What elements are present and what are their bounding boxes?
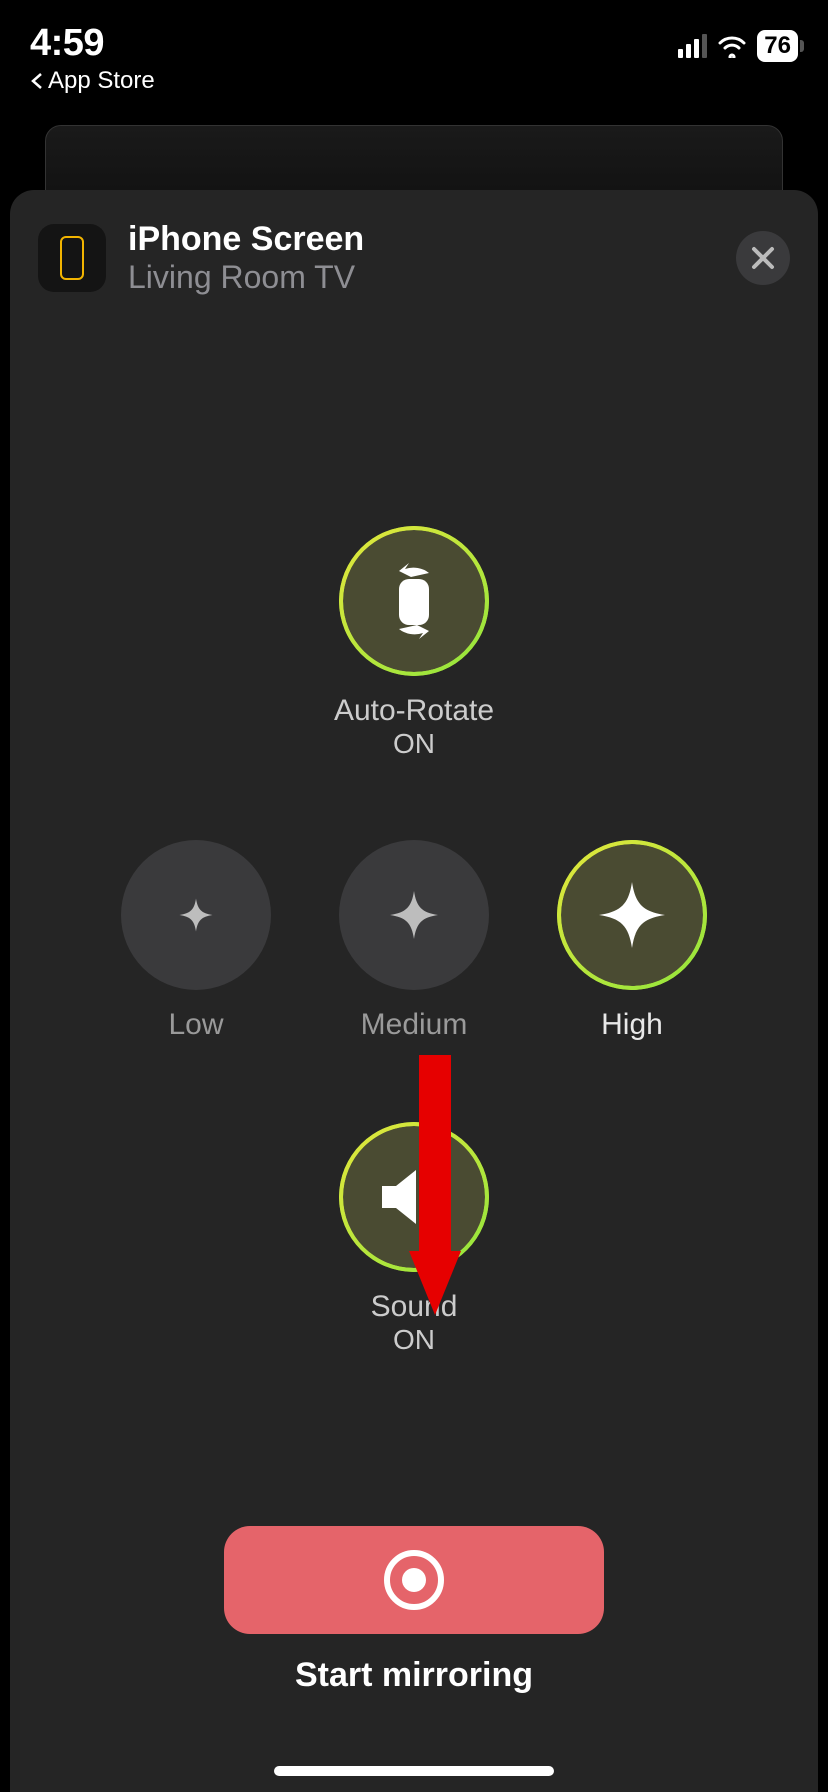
sparkle-icon xyxy=(386,887,442,943)
auto-rotate-label: Auto-Rotate xyxy=(334,694,494,728)
close-icon xyxy=(750,245,776,271)
status-bar: 4:59 App Store 76 xyxy=(0,0,828,108)
status-time: 4:59 xyxy=(30,22,104,65)
sheet-subtitle: Living Room TV xyxy=(128,259,714,296)
start-mirroring-button[interactable] xyxy=(224,1526,604,1634)
wifi-icon xyxy=(717,34,747,58)
back-app-label: App Store xyxy=(48,67,155,95)
quality-medium-label: Medium xyxy=(361,1008,468,1042)
record-icon xyxy=(383,1549,445,1611)
quality-high-label: High xyxy=(601,1008,663,1042)
battery-indicator: 76 xyxy=(757,30,798,62)
quality-high-button[interactable] xyxy=(557,840,707,990)
iphone-icon xyxy=(60,236,84,280)
sparkle-icon xyxy=(594,877,671,954)
speaker-icon xyxy=(374,1164,454,1230)
sheet-title: iPhone Screen xyxy=(128,220,714,259)
auto-rotate-state: ON xyxy=(334,728,494,760)
mirroring-sheet: iPhone Screen Living Room TV Auto-Rotate… xyxy=(10,190,818,1792)
start-block: Start mirroring xyxy=(224,1486,604,1695)
controls-container: Auto-Rotate ON Low Medium xyxy=(38,526,790,1695)
quality-low-button[interactable] xyxy=(121,840,271,990)
auto-rotate-button[interactable] xyxy=(339,526,489,676)
home-indicator[interactable] xyxy=(274,1766,554,1776)
back-to-app[interactable]: App Store xyxy=(30,67,155,95)
quality-low-control: Low xyxy=(121,840,271,1042)
sheet-titles: iPhone Screen Living Room TV xyxy=(128,220,714,296)
sparkle-icon xyxy=(177,896,216,935)
battery-level: 76 xyxy=(764,32,791,59)
quality-low-label: Low xyxy=(168,1008,223,1042)
sound-label: Sound xyxy=(371,1290,458,1324)
auto-rotate-labels: Auto-Rotate ON xyxy=(334,694,494,760)
status-right: 76 xyxy=(678,22,798,62)
quality-medium-button[interactable] xyxy=(339,840,489,990)
start-mirroring-label: Start mirroring xyxy=(295,1656,533,1695)
sound-labels: Sound ON xyxy=(371,1290,458,1356)
sound-state: ON xyxy=(371,1324,458,1356)
chevron-left-icon xyxy=(30,72,44,90)
quality-row: Low Medium High xyxy=(121,840,707,1042)
close-button[interactable] xyxy=(736,231,790,285)
quality-medium-control: Medium xyxy=(339,840,489,1042)
cellular-signal-icon xyxy=(678,34,707,58)
sound-control: Sound ON xyxy=(339,1122,489,1356)
auto-rotate-control: Auto-Rotate ON xyxy=(334,526,494,760)
sound-button[interactable] xyxy=(339,1122,489,1272)
quality-high-control: High xyxy=(557,840,707,1042)
status-left: 4:59 App Store xyxy=(30,22,155,95)
sheet-header: iPhone Screen Living Room TV xyxy=(38,220,790,296)
device-icon-chip xyxy=(38,224,106,292)
rotate-icon xyxy=(375,557,453,645)
